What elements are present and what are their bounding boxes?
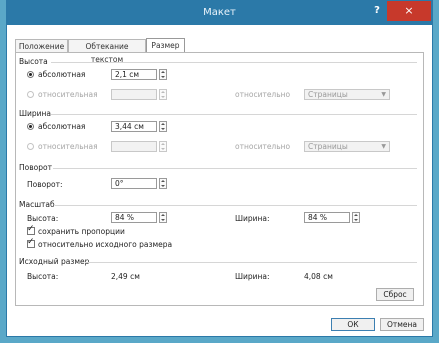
ok-button[interactable]: ОК [331, 318, 375, 331]
original-width-label: Ширина: [235, 272, 270, 281]
width-absolute-label: абсолютная [38, 122, 86, 131]
width-section-title: Ширина [19, 109, 52, 118]
rotation-section-title: Поворот [19, 163, 52, 172]
height-relative-spinner[interactable] [159, 89, 167, 100]
close-icon[interactable]: × [387, 1, 431, 21]
height-absolute-spinner[interactable] [159, 69, 167, 80]
lock-aspect-checkbox[interactable] [27, 224, 35, 235]
height-section-title: Высота [19, 57, 48, 66]
original-height-label: Высота: [27, 272, 59, 281]
section-divider [51, 114, 417, 115]
rotation-input[interactable]: 0° [111, 178, 157, 189]
scale-width-label: Ширина: [235, 214, 270, 223]
reset-button[interactable]: Сброс [376, 288, 414, 301]
height-absolute-radio[interactable] [27, 71, 34, 78]
original-height-value: 2,49 см [111, 272, 140, 281]
height-relative-to-dropdown[interactable]: Страницы ▼ [304, 89, 390, 100]
width-absolute-radio[interactable] [27, 123, 34, 130]
height-relative-label: относительная [38, 90, 98, 99]
cancel-button[interactable]: Отмена [380, 318, 424, 331]
tab-size[interactable]: Размер [146, 38, 185, 53]
width-relative-spinner[interactable] [159, 141, 167, 152]
section-divider [85, 262, 417, 263]
section-divider [51, 62, 417, 63]
scale-height-label: Высота: [27, 214, 59, 223]
scale-width-spinner[interactable] [352, 212, 360, 223]
scale-section-title: Масштаб [19, 200, 55, 209]
width-relative-radio[interactable] [27, 143, 34, 150]
height-relative-input[interactable] [111, 89, 157, 100]
scale-height-input[interactable]: 84 % [111, 212, 157, 223]
scale-height-spinner[interactable] [159, 212, 167, 223]
title-bar[interactable]: Макет ? × [7, 1, 432, 25]
layout-dialog: Макет ? × Положение Обтекание текстом Ра… [6, 0, 433, 337]
height-relative-to-value: Страницы [308, 90, 348, 99]
relative-original-label: относительно исходного размера [38, 240, 173, 249]
chevron-down-icon: ▼ [381, 91, 386, 98]
rotation-spinner[interactable] [159, 178, 167, 189]
width-relative-to-label: относительно [235, 142, 291, 151]
width-relative-to-value: Страницы [308, 142, 348, 151]
original-section-title: Исходный размер [19, 257, 90, 266]
scale-width-input[interactable]: 84 % [304, 212, 350, 223]
width-relative-to-dropdown[interactable]: Страницы ▼ [304, 141, 390, 152]
height-absolute-input[interactable]: 2,1 см [111, 69, 157, 80]
original-width-value: 4,08 см [304, 272, 333, 281]
chevron-down-icon: ▼ [381, 143, 386, 150]
height-relative-to-label: относительно [235, 90, 291, 99]
section-divider [55, 205, 417, 206]
tab-position[interactable]: Положение [15, 39, 68, 52]
width-relative-label: относительная [38, 142, 98, 151]
tab-text-wrapping[interactable]: Обтекание текстом [68, 39, 146, 64]
section-divider [53, 168, 417, 169]
height-relative-radio[interactable] [27, 91, 34, 98]
window-title: Макет [203, 7, 236, 18]
height-absolute-label: абсолютная [38, 70, 86, 79]
rotation-label: Поворот: [27, 180, 63, 189]
width-absolute-input[interactable]: 3,44 см [111, 121, 157, 132]
help-icon[interactable]: ? [370, 4, 384, 18]
width-relative-input[interactable] [111, 141, 157, 152]
lock-aspect-label: сохранить пропорции [38, 227, 125, 236]
relative-original-checkbox[interactable] [27, 237, 35, 248]
width-absolute-spinner[interactable] [159, 121, 167, 132]
